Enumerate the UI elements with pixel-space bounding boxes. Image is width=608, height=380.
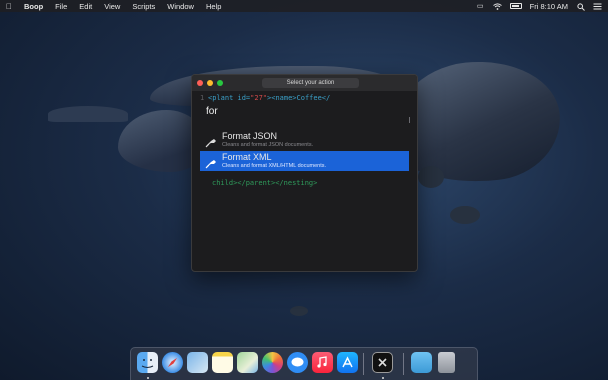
code-token-attr-value: "27"	[250, 94, 268, 102]
battery-icon[interactable]	[509, 3, 522, 9]
apple-menu-icon[interactable]: 	[0, 2, 18, 11]
menu-bar:  Boop File Edit View Scripts Window Hel…	[0, 0, 608, 12]
safari-icon[interactable]	[162, 352, 183, 373]
code-line-1: 1 <plant id="27"><name>Coffee</	[200, 94, 330, 102]
music-icon[interactable]	[312, 352, 333, 373]
menu-view[interactable]: View	[98, 2, 126, 11]
dock-separator	[363, 353, 364, 375]
boop-icon[interactable]	[372, 352, 393, 373]
wallpaper-rock	[418, 166, 444, 188]
wallpaper-far-land	[48, 106, 128, 122]
control-center-icon[interactable]	[593, 3, 602, 10]
menu-scripts[interactable]: Scripts	[126, 2, 161, 11]
result-title: Format XML	[222, 152, 272, 162]
action-search-input[interactable]: for	[200, 102, 410, 122]
dock	[130, 347, 478, 380]
maps-icon[interactable]	[237, 352, 258, 373]
running-indicator	[382, 377, 384, 379]
photos-icon[interactable]	[262, 352, 283, 373]
finder-icon[interactable]	[137, 352, 158, 373]
menu-edit[interactable]: Edit	[73, 2, 98, 11]
trash-icon[interactable]	[438, 352, 455, 373]
menu-window[interactable]: Window	[161, 2, 200, 11]
close-button[interactable]	[197, 80, 203, 86]
app-store-icon[interactable]	[337, 352, 358, 373]
window-titlebar[interactable]: Select your action	[192, 75, 417, 91]
wifi-icon[interactable]	[492, 2, 502, 10]
downloads-folder-icon[interactable]	[411, 352, 432, 373]
result-format-xml[interactable]: Format XML Cleans and format XML/HTML do…	[200, 151, 409, 171]
action-icon	[205, 135, 217, 148]
dock-separator	[403, 353, 404, 375]
running-indicator	[147, 377, 149, 379]
window-title: Select your action	[262, 78, 359, 88]
spotlight-icon[interactable]	[576, 2, 585, 11]
status-area: ▭ Fri 8:10 AM	[476, 2, 608, 11]
airplay-icon[interactable]: ▭	[476, 3, 485, 10]
messages-icon[interactable]	[287, 352, 308, 373]
command-palette: for Format JSON Cleans and format JSON d…	[200, 102, 410, 174]
wallpaper-rock	[290, 306, 308, 316]
menu-file[interactable]: File	[49, 2, 73, 11]
zoom-button[interactable]	[217, 80, 223, 86]
menu-help[interactable]: Help	[200, 2, 227, 11]
line-number: 1	[200, 94, 205, 102]
menu-app-name[interactable]: Boop	[18, 2, 49, 11]
result-format-json[interactable]: Format JSON Cleans and format JSON docum…	[200, 130, 409, 150]
notes-icon[interactable]	[212, 352, 233, 373]
result-description: Cleans and format JSON documents.	[222, 142, 314, 148]
code-token-tag: ><name>Coffee</	[267, 94, 331, 102]
minimize-button[interactable]	[207, 80, 213, 86]
result-description: Cleans and format XML/HTML documents.	[222, 163, 327, 169]
action-icon	[205, 156, 217, 169]
code-token-tag: <plant id=	[208, 94, 251, 102]
code-line-2: child></parent></nesting>	[212, 179, 318, 187]
traffic-lights	[192, 80, 223, 86]
wallpaper-rock	[450, 206, 480, 224]
preview-icon[interactable]	[187, 352, 208, 373]
menubar-clock[interactable]: Fri 8:10 AM	[530, 2, 568, 11]
result-title: Format JSON	[222, 131, 278, 141]
